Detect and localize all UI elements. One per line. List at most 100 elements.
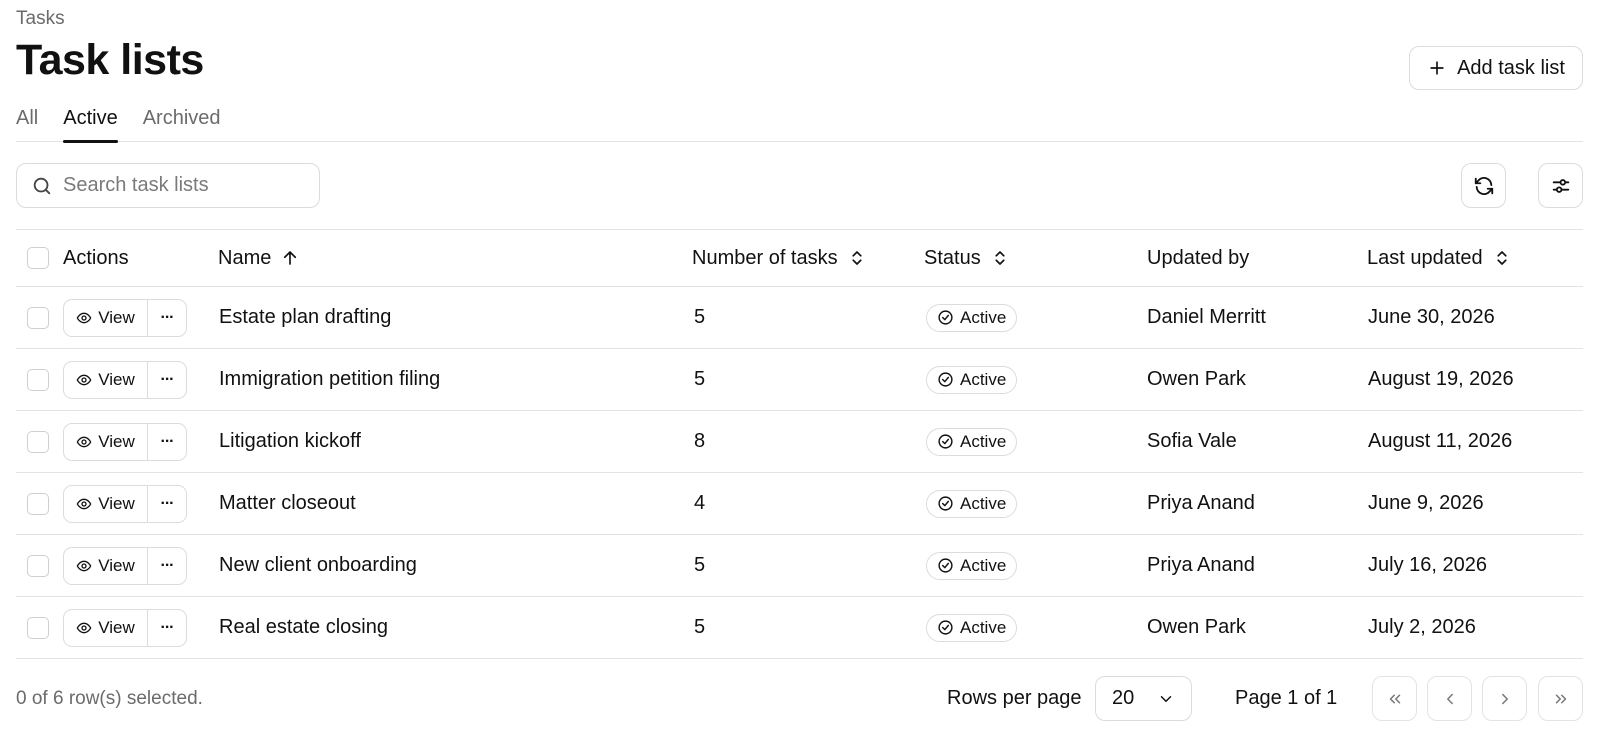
sliders-icon <box>1552 178 1569 193</box>
eye-icon <box>76 312 92 323</box>
tab-active[interactable]: Active <box>63 104 119 143</box>
check-circle-icon <box>938 372 953 387</box>
column-last-updated-label: Last updated <box>1367 246 1483 269</box>
row-task-count: 5 <box>694 554 706 576</box>
chevron-left-icon <box>1446 693 1453 704</box>
row-checkbox[interactable] <box>27 430 49 453</box>
view-button-label: View <box>98 493 135 513</box>
view-button[interactable]: View <box>64 361 148 398</box>
tab-archived[interactable]: Archived <box>143 104 221 142</box>
last-page-button[interactable] <box>1538 676 1583 721</box>
sort-icon <box>995 251 1005 265</box>
status-label: Active <box>960 493 1007 513</box>
row-task-count: 5 <box>694 306 706 328</box>
refresh-icon <box>1474 176 1493 195</box>
status-label: Active <box>960 307 1007 327</box>
search-icon <box>33 177 51 194</box>
add-task-list-button[interactable]: Add task list <box>1409 46 1583 90</box>
row-last-updated: August 11, 2026 <box>1368 430 1513 452</box>
more-icon: ··· <box>160 618 175 636</box>
column-updated-by: Updated by <box>1147 230 1249 286</box>
row-checkbox[interactable] <box>27 368 49 391</box>
add-task-list-label: Add task list <box>1457 56 1565 79</box>
status-label: Active <box>960 369 1007 389</box>
sort-icon <box>852 251 862 265</box>
row-actions: View ··· <box>63 360 187 399</box>
page-title: Task lists <box>16 36 204 84</box>
tab-all[interactable]: All <box>16 104 38 142</box>
status-badge: Active <box>926 365 1018 394</box>
check-circle-icon <box>938 620 953 635</box>
column-number-of-tasks-label: Number of tasks <box>692 246 838 269</box>
chevrons-right-icon <box>1555 694 1566 703</box>
first-page-button[interactable] <box>1372 676 1417 721</box>
view-button[interactable]: View <box>64 423 148 460</box>
table-footer: 0 of 6 row(s) selected. Rows per page 20… <box>0 676 1600 721</box>
row-checkbox[interactable] <box>27 616 49 639</box>
row-name: New client onboarding <box>219 554 417 576</box>
more-actions-button[interactable]: ··· <box>148 610 186 646</box>
breadcrumb[interactable]: Tasks <box>16 8 65 30</box>
more-actions-button[interactable]: ··· <box>148 424 186 460</box>
table-row: View ··· Estate plan drafting 5 Active Daniel… <box>16 287 1583 349</box>
more-actions-button[interactable]: ··· <box>148 362 186 398</box>
chevrons-left-icon <box>1389 694 1400 703</box>
row-checkbox[interactable] <box>27 306 49 329</box>
more-actions-button[interactable]: ··· <box>148 548 186 584</box>
eye-icon <box>76 560 92 571</box>
more-icon: ··· <box>160 494 175 512</box>
row-actions: View ··· <box>63 422 187 461</box>
column-name[interactable]: Name <box>218 230 299 286</box>
rows-per-page-value: 20 <box>1112 687 1135 709</box>
search-input[interactable] <box>63 174 303 197</box>
row-task-count: 5 <box>694 616 706 638</box>
row-actions: View ··· <box>63 484 187 523</box>
row-updated-by: Priya Anand <box>1147 492 1255 514</box>
column-number-of-tasks[interactable]: Number of tasks <box>692 230 866 286</box>
more-actions-button[interactable]: ··· <box>148 486 186 522</box>
status-label: Active <box>960 617 1007 637</box>
row-name: Matter closeout <box>219 492 356 514</box>
row-last-updated: June 9, 2026 <box>1368 492 1484 514</box>
more-actions-button[interactable]: ··· <box>148 300 186 336</box>
status-badge: Active <box>926 613 1018 642</box>
row-updated-by: Owen Park <box>1147 616 1246 638</box>
rows-per-page-select[interactable]: 20 <box>1095 676 1192 721</box>
column-actions-label: Actions <box>63 246 129 269</box>
view-button[interactable]: View <box>64 299 148 336</box>
column-status[interactable]: Status <box>924 230 1009 286</box>
more-icon: ··· <box>160 432 175 450</box>
check-circle-icon <box>938 558 953 573</box>
next-page-button[interactable] <box>1482 676 1527 721</box>
row-name: Real estate closing <box>219 616 388 638</box>
view-button[interactable]: View <box>64 547 148 584</box>
view-settings-button[interactable] <box>1538 163 1583 208</box>
view-button[interactable]: View <box>64 485 148 522</box>
row-task-count: 5 <box>694 368 706 390</box>
refresh-button[interactable] <box>1461 163 1506 208</box>
row-updated-by: Daniel Merritt <box>1147 306 1266 328</box>
row-actions: View ··· <box>63 608 187 647</box>
eye-icon <box>76 622 92 633</box>
rows-per-page-label: Rows per page <box>947 687 1082 709</box>
eye-icon <box>76 436 92 447</box>
view-button-label: View <box>98 555 135 575</box>
sort-icon <box>1497 251 1507 265</box>
row-actions: View ··· <box>63 298 187 337</box>
status-badge: Active <box>926 427 1018 456</box>
more-icon: ··· <box>160 370 175 388</box>
select-all-checkbox[interactable] <box>27 247 49 269</box>
table-row: View ··· Immigration petition filing 5 Activ… <box>16 349 1583 411</box>
row-task-count: 8 <box>694 430 706 452</box>
row-updated-by: Sofia Vale <box>1147 430 1237 452</box>
view-button[interactable]: View <box>64 609 148 646</box>
plus-icon <box>1430 61 1444 75</box>
column-last-updated[interactable]: Last updated <box>1367 230 1511 286</box>
table-row: View ··· Real estate closing 5 Active Owen Pa… <box>16 597 1583 659</box>
view-button-label: View <box>98 369 135 389</box>
row-checkbox[interactable] <box>27 554 49 577</box>
previous-page-button[interactable] <box>1427 676 1472 721</box>
chevron-right-icon <box>1501 693 1508 704</box>
row-updated-by: Priya Anand <box>1147 554 1255 576</box>
row-checkbox[interactable] <box>27 492 49 515</box>
